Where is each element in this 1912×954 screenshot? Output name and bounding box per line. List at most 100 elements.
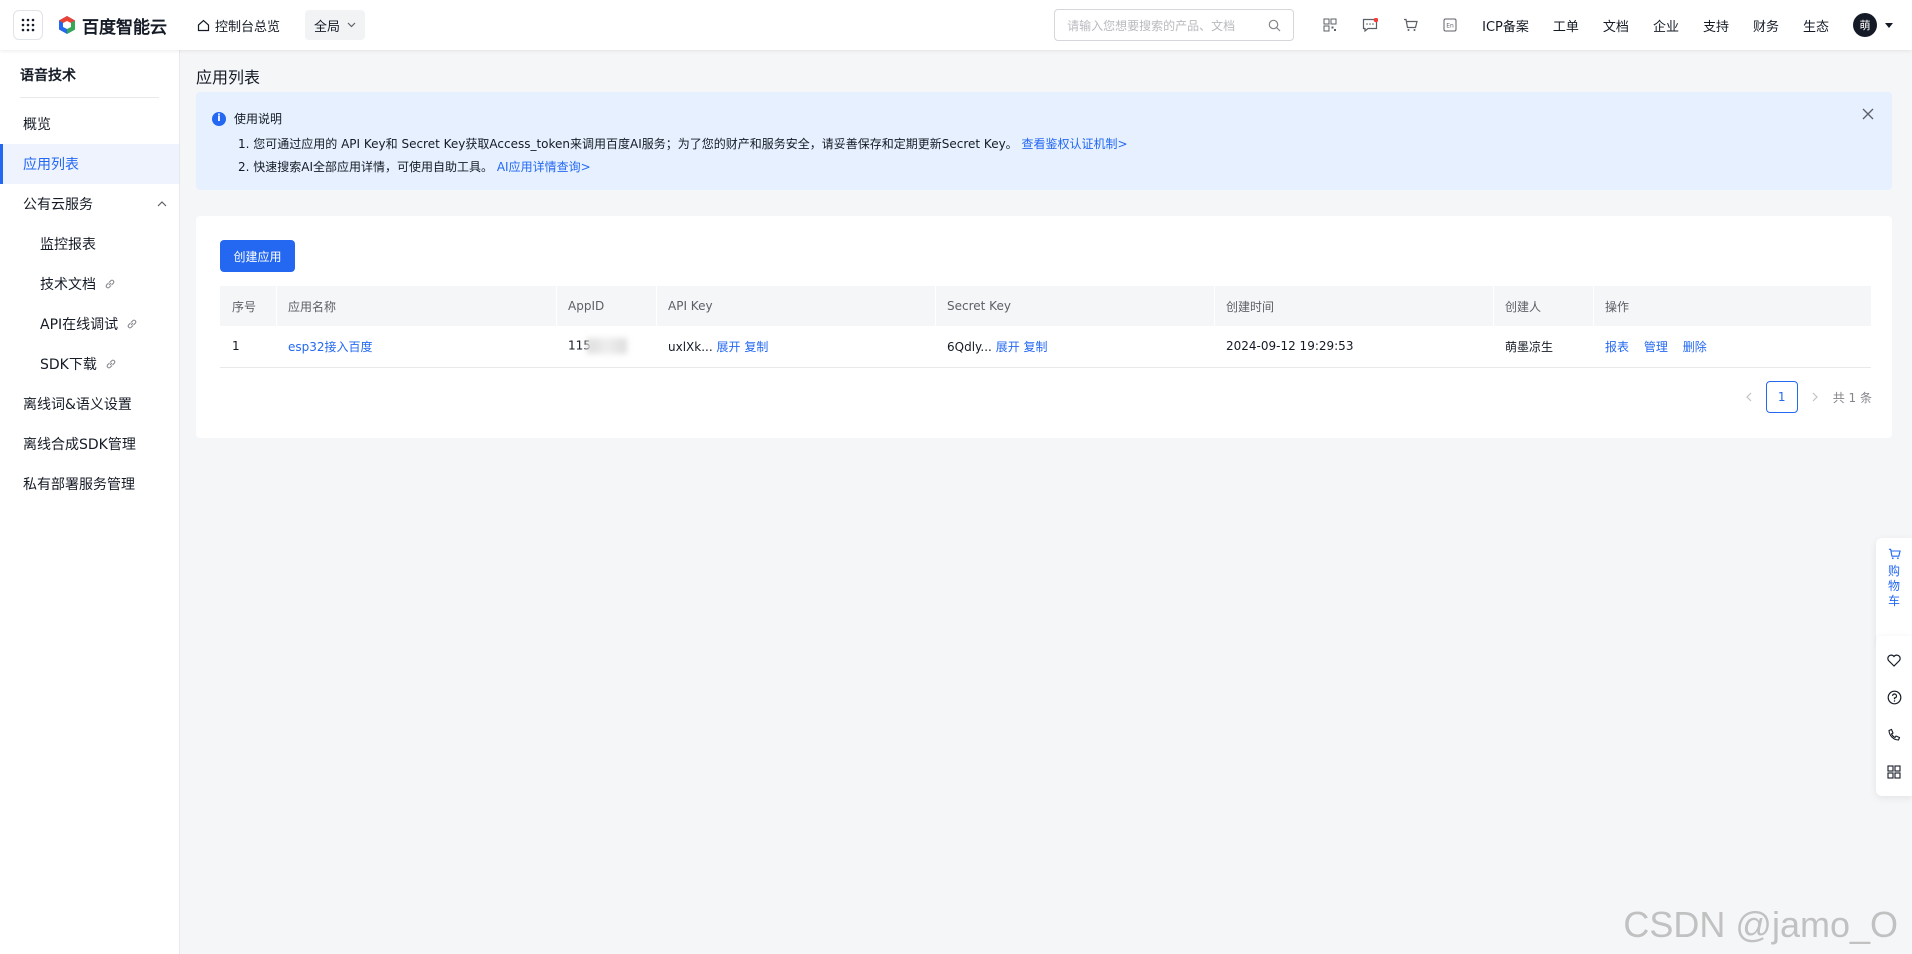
sidebar-item-private-deploy[interactable]: 私有部署服务管理 (0, 464, 179, 504)
nav-link-icp[interactable]: ICP备案 (1482, 16, 1529, 35)
cart-label-3: 车 (1887, 594, 1900, 608)
sidebar-title: 语音技术 (20, 50, 159, 98)
nav-link-ecosystem[interactable]: 生态 (1803, 16, 1829, 35)
col-header-actions: 操作 (1593, 286, 1871, 326)
sidebar-item-monitor-report[interactable]: 监控报表 (0, 224, 179, 264)
language-icon[interactable]: En (1430, 18, 1470, 32)
cart-icon[interactable] (1390, 18, 1430, 32)
chevron-down-icon (347, 22, 356, 28)
cart-icon (1888, 548, 1901, 560)
scope-label: 全局 (314, 19, 341, 35)
avatar[interactable]: 萌 (1853, 13, 1877, 37)
top-navbar: 百度智能云 控制台总览 全局 请输入您想要搜索的产品、文档 En ICP备案 工… (0, 0, 1912, 50)
nav-link-enterprise[interactable]: 企业 (1653, 16, 1679, 35)
close-icon[interactable] (1862, 108, 1874, 120)
table-row: 1 esp32接入百度 115 uxlXk... 展开 复制 6Qdly... … (220, 326, 1871, 368)
heart-icon[interactable] (1887, 654, 1901, 667)
page-number-button[interactable]: 1 (1765, 381, 1798, 413)
help-icon[interactable] (1887, 690, 1902, 705)
caret-down-icon[interactable] (1885, 22, 1893, 28)
notice-line-1: 1. 您可通过应用的 API Key和 Secret Key获取Access_t… (238, 135, 1876, 152)
app-detail-link[interactable]: AI应用详情查询> (497, 160, 591, 174)
watermark: CSDN @jamo_O (1623, 904, 1898, 945)
sidebar-item-tech-docs[interactable]: 技术文档 (0, 264, 179, 304)
home-label: 控制台总览 (215, 19, 281, 35)
pagination: 1 共 1 条 (1745, 381, 1872, 413)
sidebar: 语音技术 概览 应用列表 公有云服务 监控报表 技术文档 API在线调试 SDK… (0, 50, 180, 954)
grid-icon[interactable] (1887, 764, 1901, 779)
next-page-icon[interactable] (1812, 392, 1819, 402)
link-icon (104, 278, 116, 290)
sidebar-item-label: 公有云服务 (23, 197, 93, 213)
sidebar-item-label: 私有部署服务管理 (23, 477, 135, 493)
sidebar-item-label: 离线合成SDK管理 (23, 437, 136, 453)
scope-select[interactable]: 全局 (305, 10, 366, 40)
notice-text: 1. 您可通过应用的 API Key和 Secret Key获取Access_t… (238, 137, 1018, 151)
qrcode-icon[interactable] (1310, 18, 1350, 32)
sidebar-item-label: API在线调试 (40, 317, 119, 333)
link-icon (126, 318, 138, 330)
col-header-name: 应用名称 (276, 286, 556, 326)
sidebar-item-offline-tts-sdk[interactable]: 离线合成SDK管理 (0, 424, 179, 464)
sidebar-item-api-debug[interactable]: API在线调试 (0, 304, 179, 344)
cloud-logo-icon (57, 15, 77, 35)
search-icon[interactable] (1268, 19, 1281, 32)
auth-doc-link[interactable]: 查看鉴权认证机制> (1022, 137, 1128, 151)
col-header-appid: AppID (556, 286, 656, 326)
delete-link[interactable]: 删除 (1683, 340, 1707, 354)
sidebar-item-offline-words[interactable]: 离线词&语义设置 (0, 384, 179, 424)
col-header-created: 创建时间 (1214, 286, 1493, 326)
app-table: 序号 应用名称 AppID API Key Secret Key 创建时间 创建… (220, 286, 1871, 368)
main-content: 应用列表 i 使用说明 1. 您可通过应用的 API Key和 Secret K… (196, 50, 1892, 438)
notice-text: 2. 快速搜索AI全部应用详情，可使用自助工具。 (238, 160, 494, 174)
phone-icon[interactable] (1887, 728, 1901, 742)
sidebar-item-public-cloud[interactable]: 公有云服务 (0, 184, 179, 224)
cell-secretkey: 6Qdly... 展开 复制 (935, 326, 1214, 368)
nav-link-ticket[interactable]: 工单 (1553, 16, 1579, 35)
secretkey-expand-link[interactable]: 展开 (996, 340, 1020, 354)
cell-actions: 报表 管理 删除 (1593, 326, 1871, 368)
console-home-link[interactable]: 控制台总览 (197, 16, 280, 35)
create-app-button[interactable]: 创建应用 (220, 240, 295, 272)
col-header-secretkey: Secret Key (935, 286, 1214, 326)
cell-appid: 115 (556, 326, 656, 368)
nav-link-finance[interactable]: 财务 (1753, 16, 1779, 35)
report-link[interactable]: 报表 (1605, 340, 1629, 354)
col-header-apikey: API Key (656, 286, 935, 326)
sidebar-item-app-list[interactable]: 应用列表 (0, 144, 179, 184)
cell-apikey: uxlXk... 展开 复制 (656, 326, 935, 368)
sidebar-item-label: 监控报表 (40, 237, 96, 253)
sidebar-item-sdk-download[interactable]: SDK下载 (0, 344, 179, 384)
secretkey-copy-link[interactable]: 复制 (1024, 340, 1048, 354)
sidebar-item-label: 概览 (23, 117, 51, 133)
apikey-expand-link[interactable]: 展开 (716, 340, 740, 354)
sidebar-item-label: SDK下载 (40, 357, 97, 373)
svg-text:En: En (1446, 23, 1454, 30)
table-header-row: 序号 应用名称 AppID API Key Secret Key 创建时间 创建… (220, 286, 1871, 326)
page-title: 应用列表 (196, 68, 261, 87)
col-header-creator: 创建人 (1493, 286, 1593, 326)
sidebar-item-overview[interactable]: 概览 (0, 104, 179, 144)
prev-page-icon[interactable] (1745, 392, 1752, 402)
link-icon (105, 358, 117, 370)
sidebar-item-label: 离线词&语义设置 (23, 397, 132, 413)
nav-link-support[interactable]: 支持 (1703, 16, 1729, 35)
brand-name: 百度智能云 (82, 17, 167, 38)
notice-line-2: 2. 快速搜索AI全部应用详情，可使用自助工具。 AI应用详情查询> (238, 158, 1876, 175)
col-header-index: 序号 (220, 286, 276, 326)
brand-logo[interactable]: 百度智能云 (57, 13, 167, 38)
cart-label-2: 物 (1887, 579, 1900, 593)
cell-index: 1 (220, 326, 276, 368)
manage-link[interactable]: 管理 (1644, 340, 1668, 354)
global-search-input[interactable]: 请输入您想要搜索的产品、文档 (1054, 9, 1295, 41)
nav-link-docs[interactable]: 文档 (1603, 16, 1629, 35)
message-icon[interactable] (1350, 17, 1390, 33)
floating-toolbar (1876, 636, 1912, 796)
redacted-mask (586, 338, 627, 355)
apps-grid-icon[interactable] (13, 10, 43, 40)
sidebar-item-label: 应用列表 (23, 157, 79, 173)
cell-created: 2024-09-12 19:29:53 (1214, 326, 1493, 368)
app-name-link[interactable]: esp32接入百度 (288, 340, 373, 354)
floating-cart-button[interactable]: 购 物 车 (1876, 538, 1912, 644)
apikey-copy-link[interactable]: 复制 (744, 340, 768, 354)
